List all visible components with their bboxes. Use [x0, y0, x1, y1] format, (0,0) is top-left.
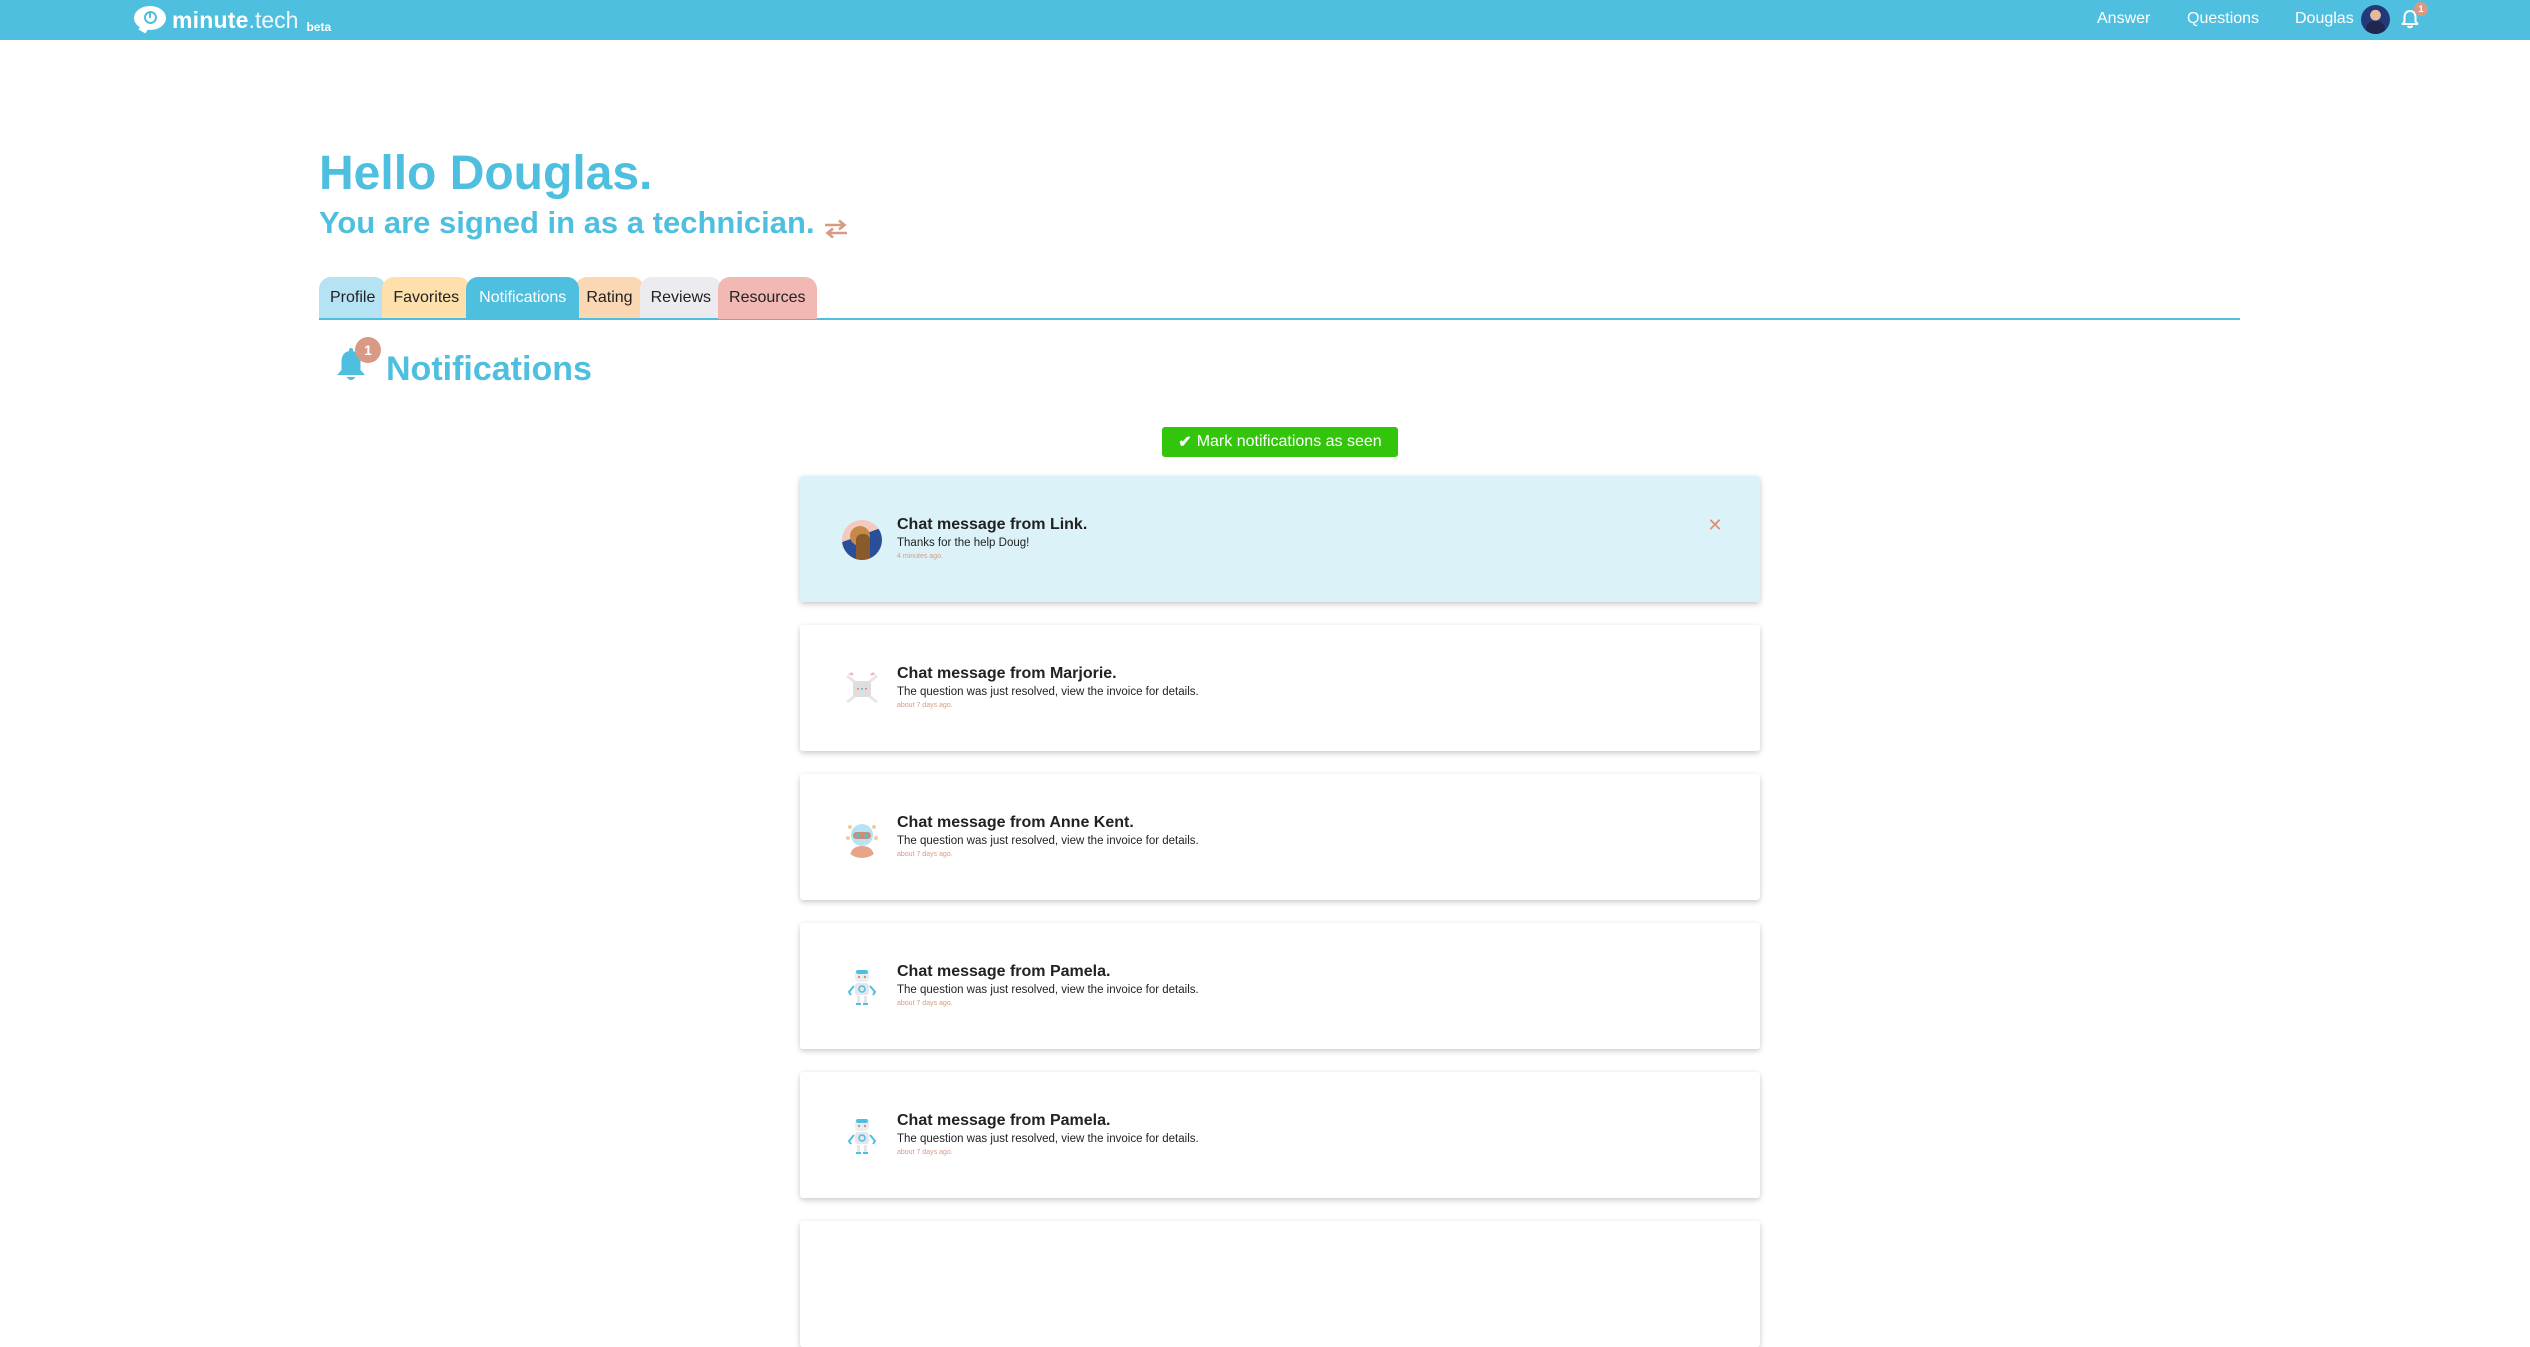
tab-resources[interactable]: Resources: [718, 277, 817, 319]
brand-name-suffix: .tech: [248, 6, 299, 33]
notification-card[interactable]: Chat message from Anne Kent. The questio…: [800, 774, 1760, 900]
notification-title: Chat message from Anne Kent.: [897, 814, 1134, 831]
drone-avatar: [842, 669, 882, 709]
notification-card[interactable]: Chat message from Pamela. The question w…: [800, 923, 1760, 1049]
nav-user-link[interactable]: Douglas: [2295, 10, 2354, 28]
brain-clock-logo-icon: [134, 6, 166, 34]
notification-card[interactable]: Chat message from Pamela. The question w…: [800, 1072, 1760, 1198]
notification-time: 4 minutes ago.: [897, 553, 943, 560]
mark-seen-label: Mark notifications as seen: [1196, 433, 1382, 450]
notification-card[interactable]: Chat message from Link. Thanks for the h…: [800, 476, 1760, 602]
tab-reviews[interactable]: Reviews: [639, 277, 723, 319]
tab-favorites[interactable]: Favorites: [382, 277, 471, 319]
link-avatar: [842, 520, 882, 560]
nav-answer-link[interactable]: Answer: [2097, 10, 2150, 28]
role-subtitle: You are signed in as a technician.: [319, 205, 849, 241]
notification-title: Chat message from Marjorie.: [897, 665, 1117, 682]
notification-time: about 7 days ago.: [897, 851, 953, 858]
user-avatar[interactable]: [2361, 5, 2390, 34]
nav-questions-link[interactable]: Questions: [2187, 10, 2259, 28]
notification-count-badge: 1: [2414, 2, 2428, 16]
dismiss-close-icon[interactable]: ✕: [1706, 516, 1724, 534]
tab-rating[interactable]: Rating: [575, 277, 644, 319]
notification-title: Chat message from Pamela.: [897, 1112, 1111, 1129]
notifications-title: Notifications: [386, 350, 592, 388]
swap-arrows-icon[interactable]: [823, 212, 849, 239]
role-text: You are signed in as a technician.: [319, 205, 815, 240]
top-navbar: minute .tech beta Answer Questions Dougl…: [0, 0, 2530, 40]
greeting-title: Hello Douglas.: [319, 147, 653, 200]
robot-avatar: [842, 967, 882, 1007]
tab-notifications[interactable]: Notifications: [466, 277, 580, 319]
mark-notifications-seen-button[interactable]: ✔ Mark notifications as seen: [1162, 427, 1398, 457]
notifications-count-badge: 1: [355, 337, 381, 363]
notification-title: Chat message from Link.: [897, 516, 1088, 533]
notification-body: Thanks for the help Doug!: [897, 537, 1030, 549]
notification-body: The question was just resolved, view the…: [897, 1133, 1199, 1145]
notification-card[interactable]: Chat message from Marjorie. The question…: [800, 625, 1760, 751]
brand-logo-link[interactable]: minute .tech beta: [134, 4, 331, 36]
tab-profile[interactable]: Profile: [319, 277, 387, 319]
tabs-divider: [319, 318, 2240, 320]
notification-card[interactable]: [800, 1221, 1760, 1347]
robot-avatar: [842, 1116, 882, 1156]
notification-time: about 7 days ago.: [897, 1149, 953, 1156]
profile-tabs: Profile Favorites Notifications Rating R…: [319, 277, 817, 319]
notification-body: The question was just resolved, view the…: [897, 686, 1199, 698]
robot-face-avatar: [842, 818, 882, 858]
notification-title: Chat message from Pamela.: [897, 963, 1111, 980]
notification-body: The question was just resolved, view the…: [897, 835, 1199, 847]
notification-time: about 7 days ago.: [897, 702, 953, 709]
notification-body: The question was just resolved, view the…: [897, 984, 1199, 996]
checkmark-icon: ✔: [1178, 434, 1192, 451]
brand-name: minute: [172, 6, 249, 33]
beta-label: beta: [306, 20, 332, 34]
notification-time: about 7 days ago.: [897, 1000, 953, 1007]
